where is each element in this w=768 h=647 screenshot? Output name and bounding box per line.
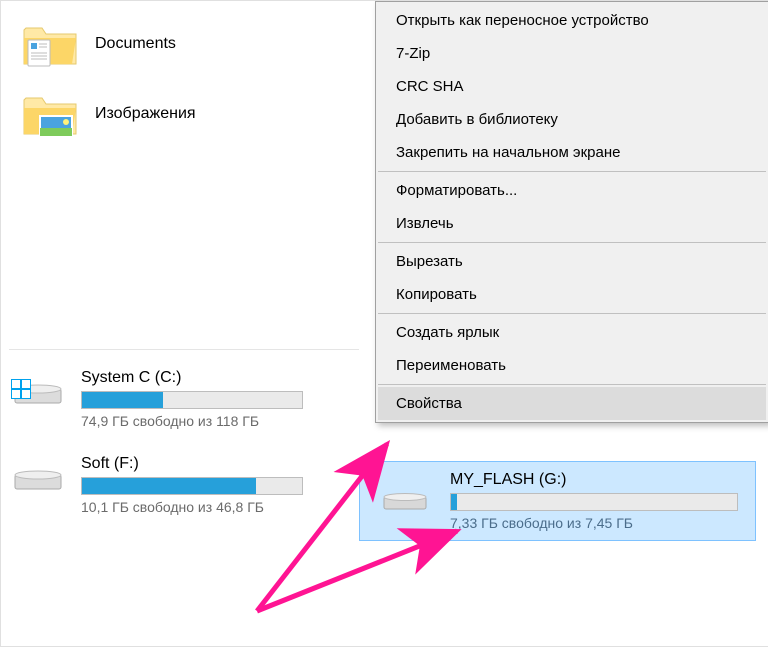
drive-free-text: 74,9 ГБ свободно из 118 ГБ [81,413,303,429]
usb-drive-icon [376,479,434,523]
context-menu-item[interactable]: Форматировать... [378,174,766,207]
drive-title: System C (C:) [81,369,303,387]
drive-title: MY_FLASH (G:) [450,471,738,489]
drive-myflash-g[interactable]: MY_FLASH (G:) 7,33 ГБ свободно из 7,45 Г… [359,461,756,541]
folder-label-pictures: Изображения [95,105,196,123]
drive-title: Soft (F:) [81,455,303,473]
context-menu-item[interactable]: Вырезать [378,245,766,278]
capacity-bar [450,493,738,511]
context-menu-separator [378,171,766,172]
drive-system-c[interactable]: System C (C:) 74,9 ГБ свободно из 118 ГБ [9,369,303,429]
hdd-icon [9,455,67,499]
capacity-bar [81,477,303,495]
context-menu-separator [378,242,766,243]
drive-free-text: 10,1 ГБ свободно из 46,8 ГБ [81,499,303,515]
hdd-system-icon [9,369,67,413]
explorer-window: Documents Изображения [0,0,768,647]
panel-separator [9,349,359,350]
folder-pictures-icon [21,89,81,139]
context-menu-item[interactable]: Свойства [378,387,766,420]
context-menu-item[interactable]: Извлечь [378,207,766,240]
folder-documents-icon [21,19,81,69]
context-menu-item[interactable]: Добавить в библиотеку [378,103,766,136]
folder-label-documents: Documents [95,35,176,53]
context-menu[interactable]: Открыть как переносное устройство7-ZipCR… [375,1,768,423]
folder-documents[interactable]: Documents [9,9,349,79]
drive-body: MY_FLASH (G:) 7,33 ГБ свободно из 7,45 Г… [450,471,738,531]
context-menu-item[interactable]: Создать ярлык [378,316,766,349]
context-menu-item[interactable]: CRC SHA [378,70,766,103]
folders-panel: Documents Изображения [9,9,349,149]
folder-pictures[interactable]: Изображения [9,79,349,149]
capacity-bar [81,391,303,409]
drive-body: Soft (F:) 10,1 ГБ свободно из 46,8 ГБ [81,455,303,515]
context-menu-item[interactable]: Копировать [378,278,766,311]
context-menu-separator [378,313,766,314]
context-menu-item[interactable]: 7-Zip [378,37,766,70]
drive-free-text: 7,33 ГБ свободно из 7,45 ГБ [450,515,738,531]
drive-body: System C (C:) 74,9 ГБ свободно из 118 ГБ [81,369,303,429]
context-menu-item[interactable]: Открыть как переносное устройство [378,4,766,37]
context-menu-separator [378,384,766,385]
context-menu-item[interactable]: Закрепить на начальном экране [378,136,766,169]
drive-soft-f[interactable]: Soft (F:) 10,1 ГБ свободно из 46,8 ГБ [9,455,303,515]
context-menu-item[interactable]: Переименовать [378,349,766,382]
